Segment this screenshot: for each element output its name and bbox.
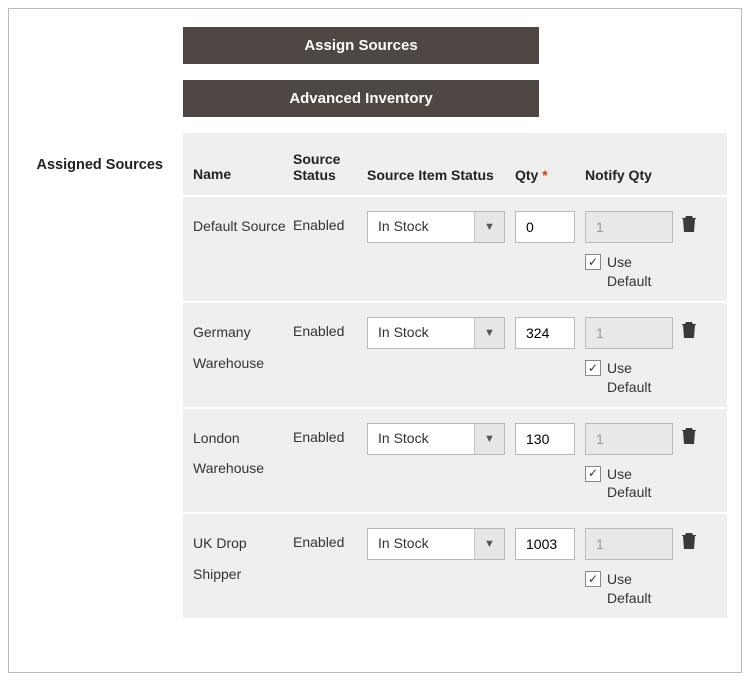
source-item-status-select[interactable]: In Stock ▼ bbox=[367, 211, 505, 243]
notify-qty-input bbox=[585, 211, 673, 243]
select-value: In Stock bbox=[368, 212, 474, 242]
col-header-qty: Qty * bbox=[515, 167, 585, 183]
notify-qty-input bbox=[585, 423, 673, 455]
required-mark: * bbox=[542, 167, 547, 183]
assign-sources-button[interactable]: Assign Sources bbox=[183, 27, 539, 64]
table-row: Default Source Enabled In Stock ▼ ✓ Use … bbox=[183, 195, 727, 301]
assigned-sources-grid: Name Source Status Source Item Status Qt… bbox=[183, 133, 727, 618]
trash-icon[interactable] bbox=[681, 532, 703, 550]
section-label: Assigned Sources bbox=[23, 133, 183, 173]
source-item-status-select[interactable]: In Stock ▼ bbox=[367, 423, 505, 455]
source-status: Enabled bbox=[293, 423, 367, 445]
trash-icon[interactable] bbox=[681, 427, 703, 445]
select-value: In Stock bbox=[368, 529, 474, 559]
top-button-group: Assign Sources Advanced Inventory bbox=[183, 27, 539, 117]
table-row: Germany Warehouse Enabled In Stock ▼ ✓ U… bbox=[183, 301, 727, 407]
chevron-down-icon: ▼ bbox=[474, 529, 504, 559]
use-default-label: Use Default bbox=[607, 359, 673, 397]
source-status: Enabled bbox=[293, 317, 367, 339]
notify-qty-input bbox=[585, 317, 673, 349]
table-row: London Warehouse Enabled In Stock ▼ ✓ Us… bbox=[183, 407, 727, 513]
chevron-down-icon: ▼ bbox=[474, 318, 504, 348]
chevron-down-icon: ▼ bbox=[474, 212, 504, 242]
select-value: In Stock bbox=[368, 424, 474, 454]
assigned-sources-panel: Assign Sources Advanced Inventory Assign… bbox=[8, 8, 742, 673]
use-default-checkbox[interactable]: ✓ bbox=[585, 360, 601, 376]
col-header-name: Name bbox=[193, 165, 293, 183]
use-default-label: Use Default bbox=[607, 570, 673, 608]
chevron-down-icon: ▼ bbox=[474, 424, 504, 454]
advanced-inventory-button[interactable]: Advanced Inventory bbox=[183, 80, 539, 117]
source-item-status-select[interactable]: In Stock ▼ bbox=[367, 528, 505, 560]
table-row: UK Drop Shipper Enabled In Stock ▼ ✓ Use… bbox=[183, 512, 727, 618]
use-default-checkbox[interactable]: ✓ bbox=[585, 466, 601, 482]
source-name: UK Drop Shipper bbox=[193, 528, 293, 590]
qty-input[interactable] bbox=[515, 317, 575, 349]
source-item-status-select[interactable]: In Stock ▼ bbox=[367, 317, 505, 349]
qty-input[interactable] bbox=[515, 423, 575, 455]
source-status: Enabled bbox=[293, 528, 367, 550]
use-default-label: Use Default bbox=[607, 465, 673, 503]
col-header-notify: Notify Qty bbox=[585, 167, 681, 183]
qty-input[interactable] bbox=[515, 211, 575, 243]
qty-input[interactable] bbox=[515, 528, 575, 560]
use-default-label: Use Default bbox=[607, 253, 673, 291]
qty-label: Qty bbox=[515, 167, 538, 183]
select-value: In Stock bbox=[368, 318, 474, 348]
trash-icon[interactable] bbox=[681, 215, 703, 233]
source-status: Enabled bbox=[293, 211, 367, 233]
use-default-checkbox[interactable]: ✓ bbox=[585, 571, 601, 587]
source-name: London Warehouse bbox=[193, 423, 293, 485]
use-default-checkbox[interactable]: ✓ bbox=[585, 254, 601, 270]
notify-qty-input bbox=[585, 528, 673, 560]
col-header-status: Source Status bbox=[293, 151, 367, 183]
source-name: Default Source bbox=[193, 211, 293, 242]
col-header-item-status: Source Item Status bbox=[367, 167, 515, 183]
trash-icon[interactable] bbox=[681, 321, 703, 339]
grid-header-row: Name Source Status Source Item Status Qt… bbox=[183, 139, 727, 195]
source-name: Germany Warehouse bbox=[193, 317, 293, 379]
